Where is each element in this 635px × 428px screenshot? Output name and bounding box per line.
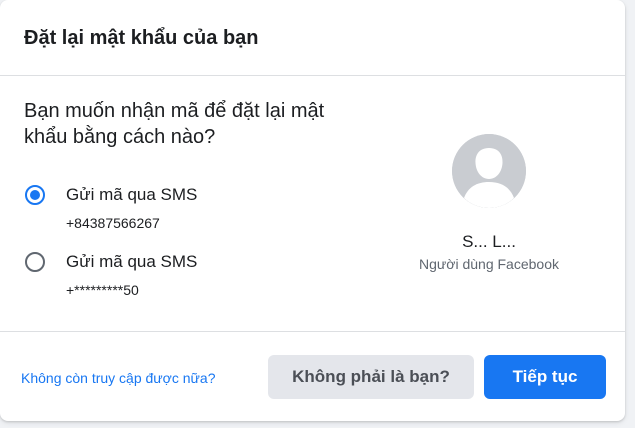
dialog-footer: Không còn truy cập được nữa? Không phải … [0,332,625,420]
radio-unselected-icon[interactable] [25,252,45,272]
profile-name: S... L... [462,232,516,251]
not-you-button[interactable]: Không phải là bạn? [268,355,474,399]
dialog-title: Đặt lại mật khẩu của bạn [24,27,259,49]
reset-password-dialog: Đặt lại mật khẩu của bạn Bạn muốn nhận m… [0,0,625,421]
reset-method-question: Bạn muốn nhận mã để đặt lại mật khẩu bằn… [24,100,325,148]
account-profile: S... L... Người dùng Facebook [395,134,583,273]
continue-button[interactable]: Tiếp tục [484,355,606,399]
default-avatar-icon [452,134,526,208]
sms-option-2-label: Gửi mã qua SMS [66,252,198,271]
dialog-body: Bạn muốn nhận mã để đặt lại mật khẩu bằn… [0,76,625,332]
sms-option-1-label: Gửi mã qua SMS [66,185,198,204]
sms-option-2-number: +*********50 [66,282,139,298]
radio-selected-icon[interactable] [25,185,45,205]
sms-option-1-number: +84387566267 [66,215,160,231]
profile-subtitle: Người dùng Facebook [419,256,559,272]
dialog-header: Đặt lại mật khẩu của bạn [0,0,625,76]
no-access-link[interactable]: Không còn truy cập được nữa? [21,370,215,386]
